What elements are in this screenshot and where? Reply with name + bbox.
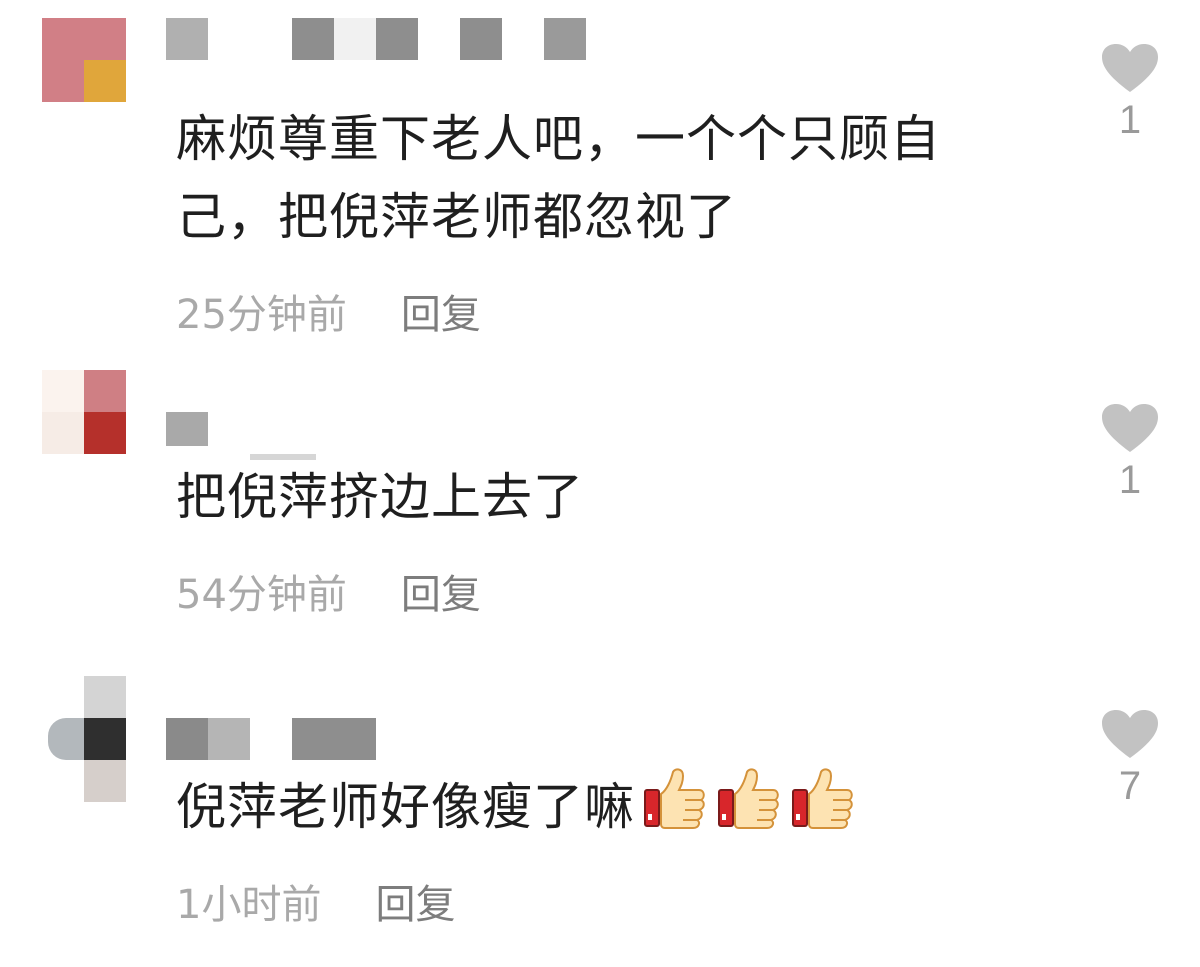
reply-button[interactable]: 回复 [401,292,481,338]
comment-text: 麻烦尊重下老人吧，一个个只顾自 己，把倪萍老师都忽视了 [176,100,1036,256]
thumbs-up-icon [792,768,853,829]
username-censored[interactable] [166,18,586,60]
comment-meta: 54分钟前 回复 [176,562,481,620]
comment-text: 把倪萍挤边上去了 [176,458,1036,536]
timestamp: 54分钟前 [176,572,347,618]
avatar[interactable] [42,18,126,102]
comment-text: 倪萍老师好像瘦了嘛 [176,766,1036,846]
thumbs-up-icon [718,768,779,829]
username-censored[interactable] [166,718,376,760]
timestamp: 1小时前 [176,882,322,928]
reply-button[interactable]: 回复 [375,882,455,928]
thumbs-up-icon [644,768,705,829]
comment-meta: 25分钟前 回复 [176,282,481,340]
heart-icon [1102,404,1158,452]
comment-text-line: 麻烦尊重下老人吧，一个个只顾自 [176,110,941,168]
timestamp: 25分钟前 [176,292,347,338]
like-count: 1 [1118,98,1142,142]
username-censored[interactable] [166,412,316,460]
like-button[interactable]: 7 [1100,710,1160,809]
comment-text-line: 己，把倪萍老师都忽视了 [176,188,737,246]
like-button[interactable]: 1 [1100,404,1160,503]
like-count: 7 [1118,764,1142,808]
comment-text-line: 把倪萍挤边上去了 [176,468,584,526]
heart-icon [1102,710,1158,758]
avatar[interactable] [42,676,126,802]
comment-text-line: 倪萍老师好像瘦了嘛 [176,766,1036,846]
like-button[interactable]: 1 [1100,44,1160,143]
heart-icon [1102,44,1158,92]
comment-text-content: 倪萍老师好像瘦了嘛 [176,778,635,836]
comment-meta: 1小时前 回复 [176,872,455,930]
avatar[interactable] [42,370,126,454]
like-count: 1 [1118,458,1142,502]
reply-button[interactable]: 回复 [401,572,481,618]
